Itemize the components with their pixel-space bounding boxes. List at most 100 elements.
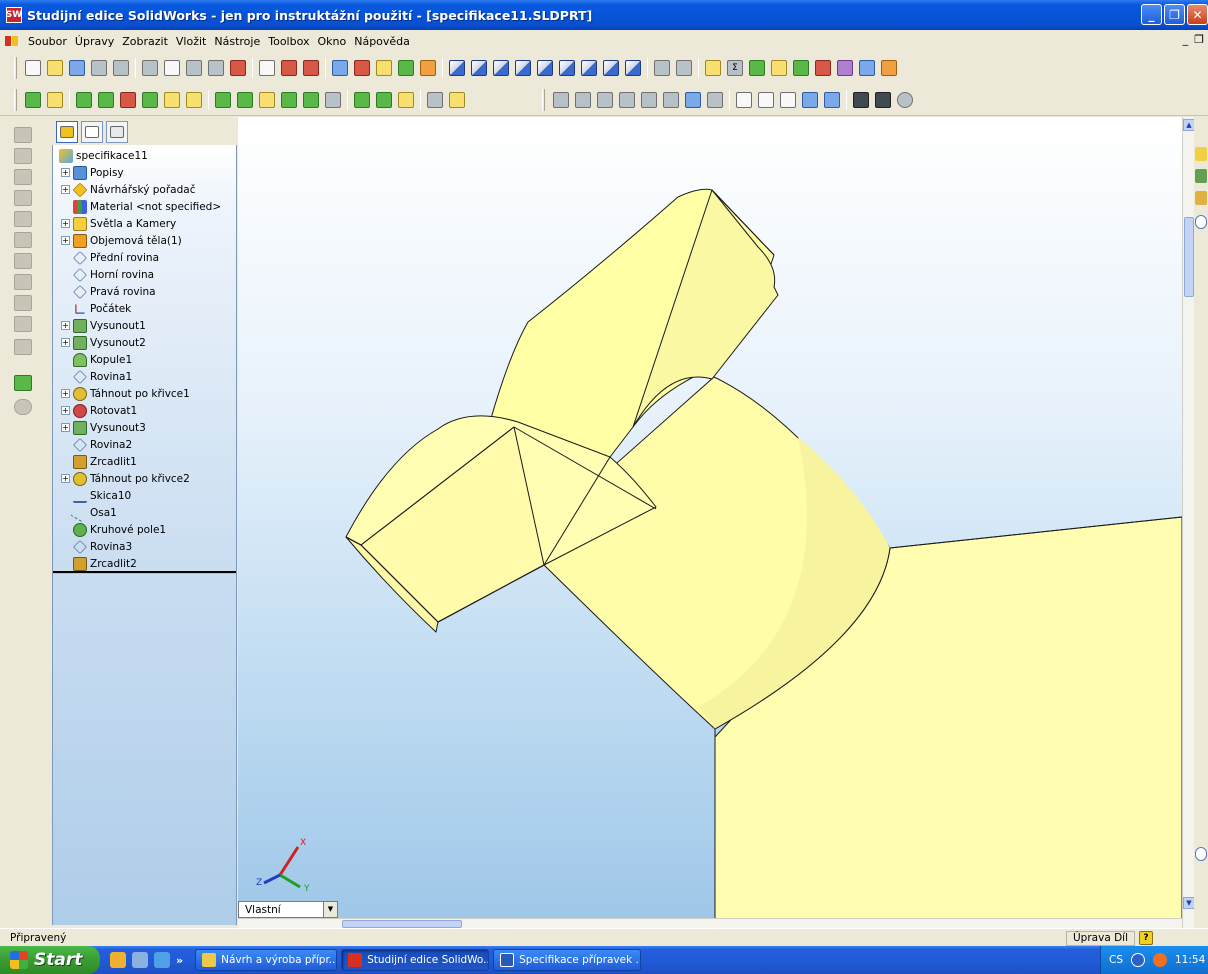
- title-bar[interactable]: SW Studijní edice SolidWorks - jen pro i…: [0, 0, 1208, 30]
- expand-node-icon[interactable]: +: [61, 236, 70, 245]
- strip-extrude-icon[interactable]: [14, 127, 32, 143]
- view-back-icon[interactable]: [471, 60, 487, 76]
- menu-insert[interactable]: Vložit: [172, 35, 210, 48]
- sum-icon[interactable]: Σ: [727, 60, 743, 76]
- lights-icon[interactable]: [398, 60, 414, 76]
- task-explorer[interactable]: Návrh a výroba přípr...: [195, 949, 338, 971]
- mass-properties-icon[interactable]: [749, 60, 765, 76]
- menu-file[interactable]: Soubor: [24, 35, 71, 48]
- menu-edit[interactable]: Úpravy: [71, 35, 118, 48]
- desktop-icon[interactable]: [132, 952, 148, 968]
- part-model[interactable]: [238, 117, 1182, 928]
- feature-statistics-icon[interactable]: [859, 60, 875, 76]
- horizontal-scroll-thumb[interactable]: [342, 920, 462, 928]
- shaded-icon[interactable]: [824, 91, 840, 108]
- strip-reference-icon[interactable]: [14, 399, 32, 415]
- revolve-icon[interactable]: [120, 91, 136, 108]
- browser-icon[interactable]: [154, 952, 170, 968]
- cut-icon[interactable]: [142, 60, 158, 76]
- media-player-icon[interactable]: [110, 952, 126, 968]
- redo-icon[interactable]: [208, 60, 224, 76]
- grid-icon[interactable]: [332, 60, 348, 76]
- color-icon[interactable]: [354, 60, 370, 76]
- extruded-cut-icon[interactable]: [98, 91, 114, 108]
- task-pane-expand-icon[interactable]: [1195, 847, 1207, 861]
- equations-icon[interactable]: [837, 60, 853, 76]
- toolbar-grip[interactable]: [542, 88, 545, 111]
- vertical-scroll-thumb[interactable]: [1184, 217, 1194, 297]
- mdi-minimize-icon[interactable]: _: [1183, 33, 1189, 46]
- minimize-button[interactable]: _: [1141, 4, 1162, 25]
- tree-item[interactable]: Horní rovina: [73, 266, 154, 283]
- expand-node-icon[interactable]: +: [61, 474, 70, 483]
- wireframe-icon[interactable]: [736, 91, 752, 108]
- tree-item[interactable]: Vysunout2: [73, 334, 146, 351]
- zoom-in-out-icon[interactable]: [619, 91, 635, 108]
- linear-pattern-icon[interactable]: [354, 91, 370, 108]
- save-icon[interactable]: [69, 60, 85, 76]
- strip-rib-icon[interactable]: [14, 274, 32, 290]
- expand-node-icon[interactable]: +: [61, 338, 70, 347]
- tree-item[interactable]: Zrcadlit2: [73, 555, 137, 572]
- loft-icon[interactable]: [142, 91, 158, 108]
- tree-item[interactable]: Táhnout po křivce2: [73, 470, 190, 487]
- solidworks-menu-icon[interactable]: [4, 34, 20, 48]
- statistics-icon[interactable]: [815, 60, 831, 76]
- tab-configuration-manager[interactable]: [106, 121, 128, 143]
- solidworks-app-icon[interactable]: SW: [6, 7, 22, 23]
- tree-item[interactable]: Rovina3: [73, 538, 132, 555]
- strip-sweep-icon[interactable]: [14, 169, 32, 185]
- print-icon[interactable]: [91, 60, 107, 76]
- view-orientation-icon[interactable]: [553, 91, 569, 108]
- start-button[interactable]: Start: [0, 946, 100, 974]
- restore-button[interactable]: ❐: [1164, 4, 1185, 25]
- normal-to-icon[interactable]: [654, 60, 670, 76]
- draft-icon[interactable]: [303, 91, 319, 108]
- quick-tips-icon[interactable]: ?: [1139, 931, 1154, 945]
- quick-launch-more-icon[interactable]: »: [176, 954, 183, 967]
- menu-toolbox[interactable]: Toolbox: [264, 35, 313, 48]
- realview-icon[interactable]: [897, 91, 913, 108]
- rotate-view-icon[interactable]: [663, 91, 679, 108]
- tree-item[interactable]: Pravá rovina: [73, 283, 156, 300]
- view-trimetric-icon[interactable]: [603, 60, 619, 76]
- tree-item[interactable]: Kopule1: [73, 351, 132, 368]
- tree-item[interactable]: Přední rovina: [73, 249, 159, 266]
- task-pane-explorer-icon[interactable]: [1195, 191, 1207, 205]
- tree-item[interactable]: Kruhové pole1: [73, 521, 166, 538]
- task-pane-collapse-icon[interactable]: [1195, 215, 1207, 229]
- view-selector-dropdown-icon[interactable]: ▼: [323, 902, 337, 917]
- dome-icon[interactable]: [325, 91, 341, 108]
- view-bottom-icon[interactable]: [559, 60, 575, 76]
- mirror-icon[interactable]: [398, 91, 414, 108]
- chamfer-icon[interactable]: [237, 91, 253, 108]
- zoom-area-icon[interactable]: [597, 91, 613, 108]
- menu-tools[interactable]: Nástroje: [210, 35, 264, 48]
- extruded-boss-icon[interactable]: [76, 91, 92, 108]
- strip-shell-icon[interactable]: [14, 295, 32, 311]
- tree-item[interactable]: Material <not specified>: [73, 198, 221, 215]
- view-left-icon[interactable]: [493, 60, 509, 76]
- fillet-icon[interactable]: [215, 91, 231, 108]
- standard-views-icon[interactable]: [707, 91, 723, 108]
- pan-icon[interactable]: [685, 91, 701, 108]
- tree-item[interactable]: Vysunout3: [73, 419, 146, 436]
- smart-dimension-icon[interactable]: [303, 60, 319, 76]
- sketch-icon[interactable]: [281, 60, 297, 76]
- tree-root-item[interactable]: specifikace11: [59, 147, 148, 164]
- tray-arrow-icon[interactable]: [1131, 953, 1145, 967]
- circular-pattern-icon[interactable]: [376, 91, 392, 108]
- tree-item[interactable]: Počátek: [73, 300, 131, 317]
- tree-item[interactable]: Osa1: [70, 502, 117, 523]
- hole-icon[interactable]: [186, 91, 202, 108]
- zoom-to-fit-icon[interactable]: [575, 91, 591, 108]
- expand-node-icon[interactable]: +: [61, 423, 70, 432]
- camera-icon[interactable]: [875, 91, 891, 108]
- print-preview-icon[interactable]: [113, 60, 129, 76]
- new-file-icon[interactable]: [25, 60, 41, 76]
- section-properties-icon[interactable]: [771, 60, 787, 76]
- tree-item[interactable]: Vysunout1: [73, 317, 146, 334]
- tree-item[interactable]: Světla a Kamery: [73, 215, 176, 232]
- zoom-selection-icon[interactable]: [641, 91, 657, 108]
- shaded-with-edges-icon[interactable]: [802, 91, 818, 108]
